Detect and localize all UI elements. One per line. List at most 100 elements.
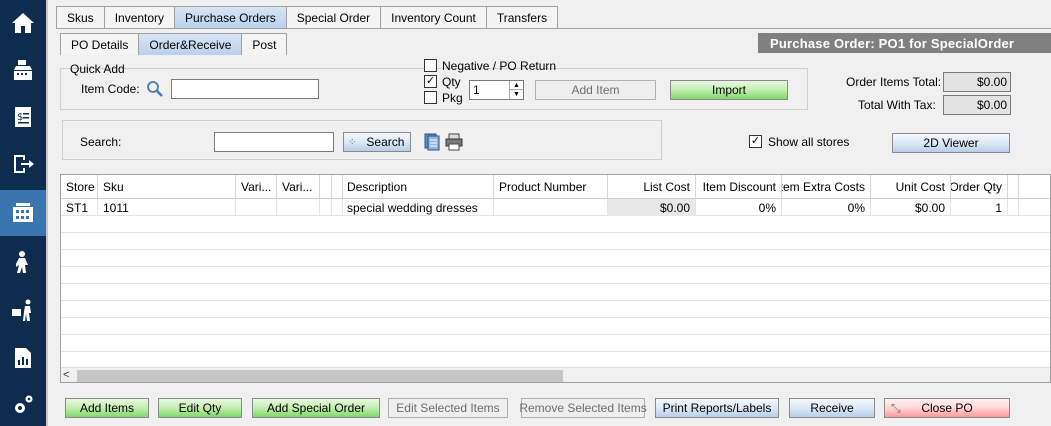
tab-po-details[interactable]: PO Details [60,33,140,55]
item-code-label: Item Code: [81,82,140,96]
empty-row [61,216,1050,233]
cell-sku: 1011 [98,199,236,216]
pkg-checkbox[interactable] [424,91,437,104]
home-icon[interactable] [0,0,46,46]
cell-unit-cost[interactable]: $0.00 [871,199,951,216]
delivery-icon[interactable] [0,287,46,333]
search-button[interactable]: ⁘ Search [343,132,411,152]
remove-selected-items-button[interactable]: Remove Selected Items [519,398,647,418]
pkg-label: Pkg [442,91,463,105]
cell-trailing [1008,199,1019,216]
import-button[interactable]: Import [670,80,788,100]
tab-inventory-count[interactable]: Inventory Count [380,6,487,28]
receive-button[interactable]: Receive [789,398,875,418]
logout-icon[interactable] [0,141,46,187]
tab-order-receive[interactable]: Order&Receive [138,33,243,55]
scroll-left-icon[interactable]: < [63,369,69,381]
sub-tabs: PO Details Order&Receive Post [60,33,288,55]
cell-list-cost[interactable]: $0.00 [608,199,696,216]
tab-purchase-orders[interactable]: Purchase Orders [174,6,287,28]
col-sku[interactable]: Sku [98,175,236,199]
cell-variant-2 [277,199,320,216]
cash-register-icon[interactable] [0,47,46,93]
cell-variant-1 [236,199,277,216]
magnifier-icon[interactable] [146,80,164,98]
scrollbar-thumb[interactable] [77,370,563,382]
customer-icon[interactable] [0,239,46,285]
sidebar: $ [0,0,46,426]
col-list-cost[interactable]: List Cost [608,175,696,199]
tab-inventory[interactable]: Inventory [103,6,176,28]
col-order-qty[interactable]: Order Qty [951,175,1008,199]
col-product-number[interactable]: Product Number [494,175,608,199]
search-button-label: Search [366,135,405,149]
tab-transfers[interactable]: Transfers [485,6,559,28]
empty-row [61,301,1050,318]
search-label: Search: [80,135,122,149]
show-all-stores-checkbox[interactable]: ✓ [749,135,762,148]
col-description[interactable]: Description [342,175,494,199]
receipt-icon[interactable]: $ [0,94,46,140]
main-panel: Skus Inventory Purchase Orders Special O… [48,0,1051,426]
close-po-button[interactable]: ⤡ Close PO [884,398,1010,418]
add-special-order-button[interactable]: Add Special Order [252,398,380,418]
col-store[interactable]: Store [61,175,98,199]
col-variant-1[interactable]: Vari... [236,175,277,199]
horizontal-scrollbar[interactable]: < [61,367,1050,382]
settings-icon[interactable] [0,382,46,426]
cell-item-extra-costs[interactable]: 0% [782,199,871,216]
document-icon[interactable] [424,133,440,151]
cell-order-qty[interactable]: 1 [951,199,1008,216]
add-item-button[interactable]: Add Item [535,80,656,100]
empty-row [61,335,1050,352]
close-po-label: Close PO [921,401,973,415]
spinner-icon: ⁘ [348,136,357,148]
item-code-input[interactable] [171,79,319,99]
order-items-total-value: $0.00 [943,72,1011,92]
tab-skus[interactable]: Skus [56,6,105,28]
reports-icon[interactable] [0,335,46,381]
col-unit-cost[interactable]: Unit Cost [871,175,951,199]
svg-text:$: $ [17,112,23,123]
po-title: Purchase Order: PO1 for SpecialOrder [758,33,1051,53]
negative-label: Negative / PO Return [442,59,557,73]
inventory-icon[interactable] [0,190,46,236]
tab-divider [56,28,1051,29]
order-items-total-label: Order Items Total: [846,75,942,89]
empty-row [61,250,1050,267]
show-all-stores-label: Show all stores [768,135,850,149]
table-row[interactable]: ST1 1011 special wedding dresses $0.00 0… [61,199,1050,216]
tab-special-order[interactable]: Special Order [285,6,382,28]
cell-description: special wedding dresses [342,199,494,216]
spinner-down-icon[interactable]: ▼ [509,90,523,99]
print-reports-labels-button[interactable]: Print Reports/Labels [655,398,779,418]
cell-blank-1 [320,199,332,216]
empty-row [61,284,1050,301]
po-items-grid: Store Sku Vari... Vari... Description Pr… [60,174,1051,383]
cell-store: ST1 [61,199,98,216]
edit-qty-button[interactable]: Edit Qty [158,398,242,418]
qty-checkbox[interactable]: ✓ [424,75,437,88]
quick-add-label: Quick Add [70,62,125,76]
qty-label: Qty [442,75,461,89]
total-with-tax-label: Total With Tax: [858,98,936,112]
empty-row [61,233,1050,250]
col-variant-2[interactable]: Vari... [277,175,320,199]
printer-icon[interactable] [445,133,463,151]
qty-value: 1 [473,83,480,97]
empty-row [61,318,1050,335]
empty-row [61,267,1050,284]
main-tabs: Skus Inventory Purchase Orders Special O… [56,6,559,28]
search-input[interactable] [214,132,334,152]
cell-item-discount[interactable]: 0% [696,199,782,216]
edit-selected-items-button[interactable]: Edit Selected Items [388,398,508,418]
col-item-extra-costs[interactable]: Item Extra Costs [782,175,871,199]
qty-spinner[interactable]: 1 ▲ ▼ [469,80,524,100]
negative-checkbox[interactable] [424,59,437,72]
col-blank-1[interactable] [320,175,332,199]
add-items-button[interactable]: Add Items [65,398,149,418]
spinner-up-icon[interactable]: ▲ [509,81,523,90]
2d-viewer-button[interactable]: 2D Viewer [892,133,1010,153]
col-item-discount[interactable]: Item Discount [696,175,782,199]
tab-post[interactable]: Post [241,33,288,55]
